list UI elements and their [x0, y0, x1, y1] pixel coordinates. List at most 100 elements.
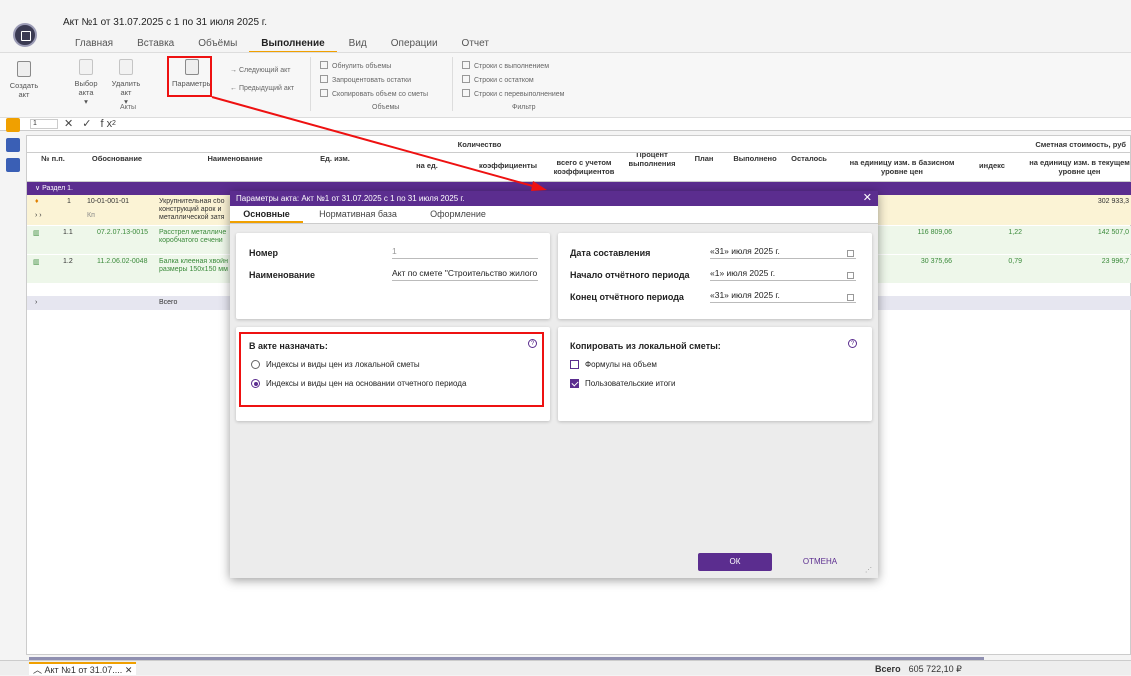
calendar-icon[interactable]: [847, 272, 854, 279]
ribbon-separator: [310, 57, 311, 111]
warning-icon: ♦: [35, 198, 39, 205]
header-remain: Осталось: [791, 154, 827, 163]
panel-copy: Копировать из локальной сметы: ? Формулы…: [558, 327, 872, 421]
list-icon[interactable]: [6, 138, 20, 152]
header-index: индекс: [979, 161, 1005, 170]
close-icon[interactable]: ✕: [863, 191, 872, 206]
delete-act-button[interactable]: Удалить акт ▾: [106, 59, 146, 106]
zero-icon: [320, 61, 328, 69]
header-plan: План: [694, 154, 714, 163]
dialog-header: Параметры акта: Акт №1 от 31.07.2025 с 1…: [230, 191, 878, 206]
calendar-icon[interactable]: [847, 294, 854, 301]
ok-button[interactable]: ОК: [698, 553, 772, 571]
header-unit: Ед. изм.: [320, 154, 350, 163]
filter-rows-icon: [462, 89, 470, 97]
date-field[interactable]: «31» июля 2025 г.: [710, 246, 856, 259]
header-num: № п.п.: [41, 154, 65, 163]
start-field[interactable]: «1» июля 2025 г.: [710, 268, 856, 281]
filter-rows-icon: [462, 61, 470, 69]
name-label: Наименование: [249, 270, 316, 280]
end-field[interactable]: «31» июля 2025 г.: [710, 290, 856, 303]
cell-name: Балка клееная хвойн размеры 150x150 мм: [159, 258, 228, 273]
menu-view[interactable]: Вид: [337, 35, 379, 53]
cell-cur-price: 23 996,7: [1101, 258, 1129, 265]
tab-main[interactable]: Основные: [230, 206, 303, 223]
material-icon: ▥: [33, 230, 40, 237]
ribbon-separator: [452, 57, 453, 111]
group-volumes-label: Объемы: [372, 104, 400, 111]
document-list-icon: [79, 59, 93, 75]
expand-icon[interactable]: ›: [35, 299, 37, 306]
table-icon[interactable]: [6, 158, 20, 172]
menu-volumes[interactable]: Объёмы: [186, 35, 249, 53]
menu-execution[interactable]: Выполнение: [249, 35, 337, 53]
help-icon[interactable]: ?: [848, 339, 857, 348]
copy-opt2-label: Пользовательские итоги: [585, 379, 676, 388]
header-cur-price: на единицу изм. в текущем уровне цен: [1029, 158, 1130, 176]
params-highlight: [167, 56, 212, 97]
tab-normative[interactable]: Нормативная база: [303, 206, 413, 223]
user-totals-checkbox[interactable]: [570, 379, 579, 388]
cell-cur-price: 302 933,3: [1097, 198, 1129, 205]
number-field[interactable]: 1: [392, 246, 538, 259]
chevron-down-icon: ▾: [84, 97, 88, 106]
left-toolbar: [6, 118, 22, 178]
arrow-right-icon: →: [230, 67, 239, 74]
cell-reference[interactable]: 1: [30, 119, 58, 129]
close-icon[interactable]: ✕: [125, 665, 133, 675]
panel-dates: Дата составления «31» июля 2025 г. Начал…: [558, 233, 872, 319]
group-filter-label: Фильтр: [512, 104, 536, 111]
grid-icon[interactable]: [6, 118, 20, 132]
panel-act-info: Номер 1 Наименование Акт по смете "Строи…: [236, 233, 550, 319]
rows-over-button[interactable]: Строки с перевыполнением: [462, 89, 564, 98]
menu-bar: Главная Вставка Объёмы Выполнение Вид Оп…: [63, 35, 501, 53]
zero-volumes-button[interactable]: Обнулить объемы: [320, 61, 391, 70]
header-cost: Сметная стоимость, руб: [1035, 140, 1126, 149]
cell-num: 1.1: [63, 229, 73, 236]
name-field[interactable]: Акт по смете "Строительство жилого: [392, 268, 538, 281]
prev-act-button[interactable]: ← Предыдущий акт: [230, 85, 294, 92]
dialog-title: Параметры акта: Акт №1 от 31.07.2025 с 1…: [236, 194, 465, 203]
tab-design[interactable]: Оформление: [413, 206, 503, 223]
select-act-button[interactable]: Выбор акта ▾: [66, 59, 106, 106]
cell-name: Укрупнительная сбо конструкций арок и ме…: [159, 198, 225, 221]
menu-report[interactable]: Отчет: [450, 35, 501, 53]
rows-remain-button[interactable]: Строки с остатком: [462, 75, 534, 84]
header-per-unit: на ед.: [416, 161, 438, 170]
header-basis: Обоснование: [91, 154, 143, 163]
calendar-icon[interactable]: [847, 250, 854, 257]
menu-home[interactable]: Главная: [63, 35, 125, 53]
chevron-up-icon: ︿: [33, 665, 45, 675]
formula-bar: 1 ✕ ✓ fx 2: [0, 118, 1131, 131]
cell-basis: 07.2.07.13-0015: [97, 229, 148, 236]
cell-cur-price: 142 507,0: [1097, 229, 1129, 236]
menu-operations[interactable]: Операции: [379, 35, 450, 53]
expand-icon[interactable]: › ›: [35, 212, 42, 219]
copy-volume-button[interactable]: Скопировать объем со сметы: [320, 89, 428, 98]
app-logo[interactable]: [13, 23, 37, 47]
header-quantity: Количество: [457, 140, 502, 149]
formulas-checkbox[interactable]: [570, 360, 579, 369]
document-title: Акт №1 от 31.07.2025 с 1 по 31 июля 2025…: [63, 17, 268, 28]
formula-value[interactable]: 2: [112, 120, 116, 127]
next-act-button[interactable]: → Следующий акт: [230, 67, 290, 74]
percent-icon: [320, 75, 328, 83]
rows-done-button[interactable]: Строки с выполнением: [462, 61, 549, 70]
copy-opt1-label: Формулы на объем: [585, 360, 657, 369]
dialog-tabs: Основные Нормативная база Оформление: [230, 206, 878, 224]
date-label: Дата составления: [570, 248, 651, 258]
resize-grip-icon[interactable]: ⋰: [865, 566, 872, 574]
document-delete-icon: [119, 59, 133, 75]
fill-remain-button[interactable]: Запроцентовать остатки: [320, 75, 411, 84]
material-icon: ▥: [33, 259, 40, 266]
act-tab[interactable]: ︿ Акт №1 от 31.07.... ✕: [29, 662, 136, 675]
cancel-button[interactable]: ОТМЕНА: [795, 553, 845, 571]
formula-icons[interactable]: ✕ ✓ fx: [64, 117, 115, 130]
total-row-label: Всего: [159, 299, 178, 306]
cell-basis: 10-01-001-01: [87, 198, 130, 205]
create-act-button[interactable]: Создать акт: [4, 61, 44, 99]
cell-num: 1.2: [63, 258, 73, 265]
grid-line: [27, 152, 1131, 153]
total-summary: Всего 605 722,10 ₽: [875, 664, 962, 675]
menu-insert[interactable]: Вставка: [125, 35, 186, 53]
